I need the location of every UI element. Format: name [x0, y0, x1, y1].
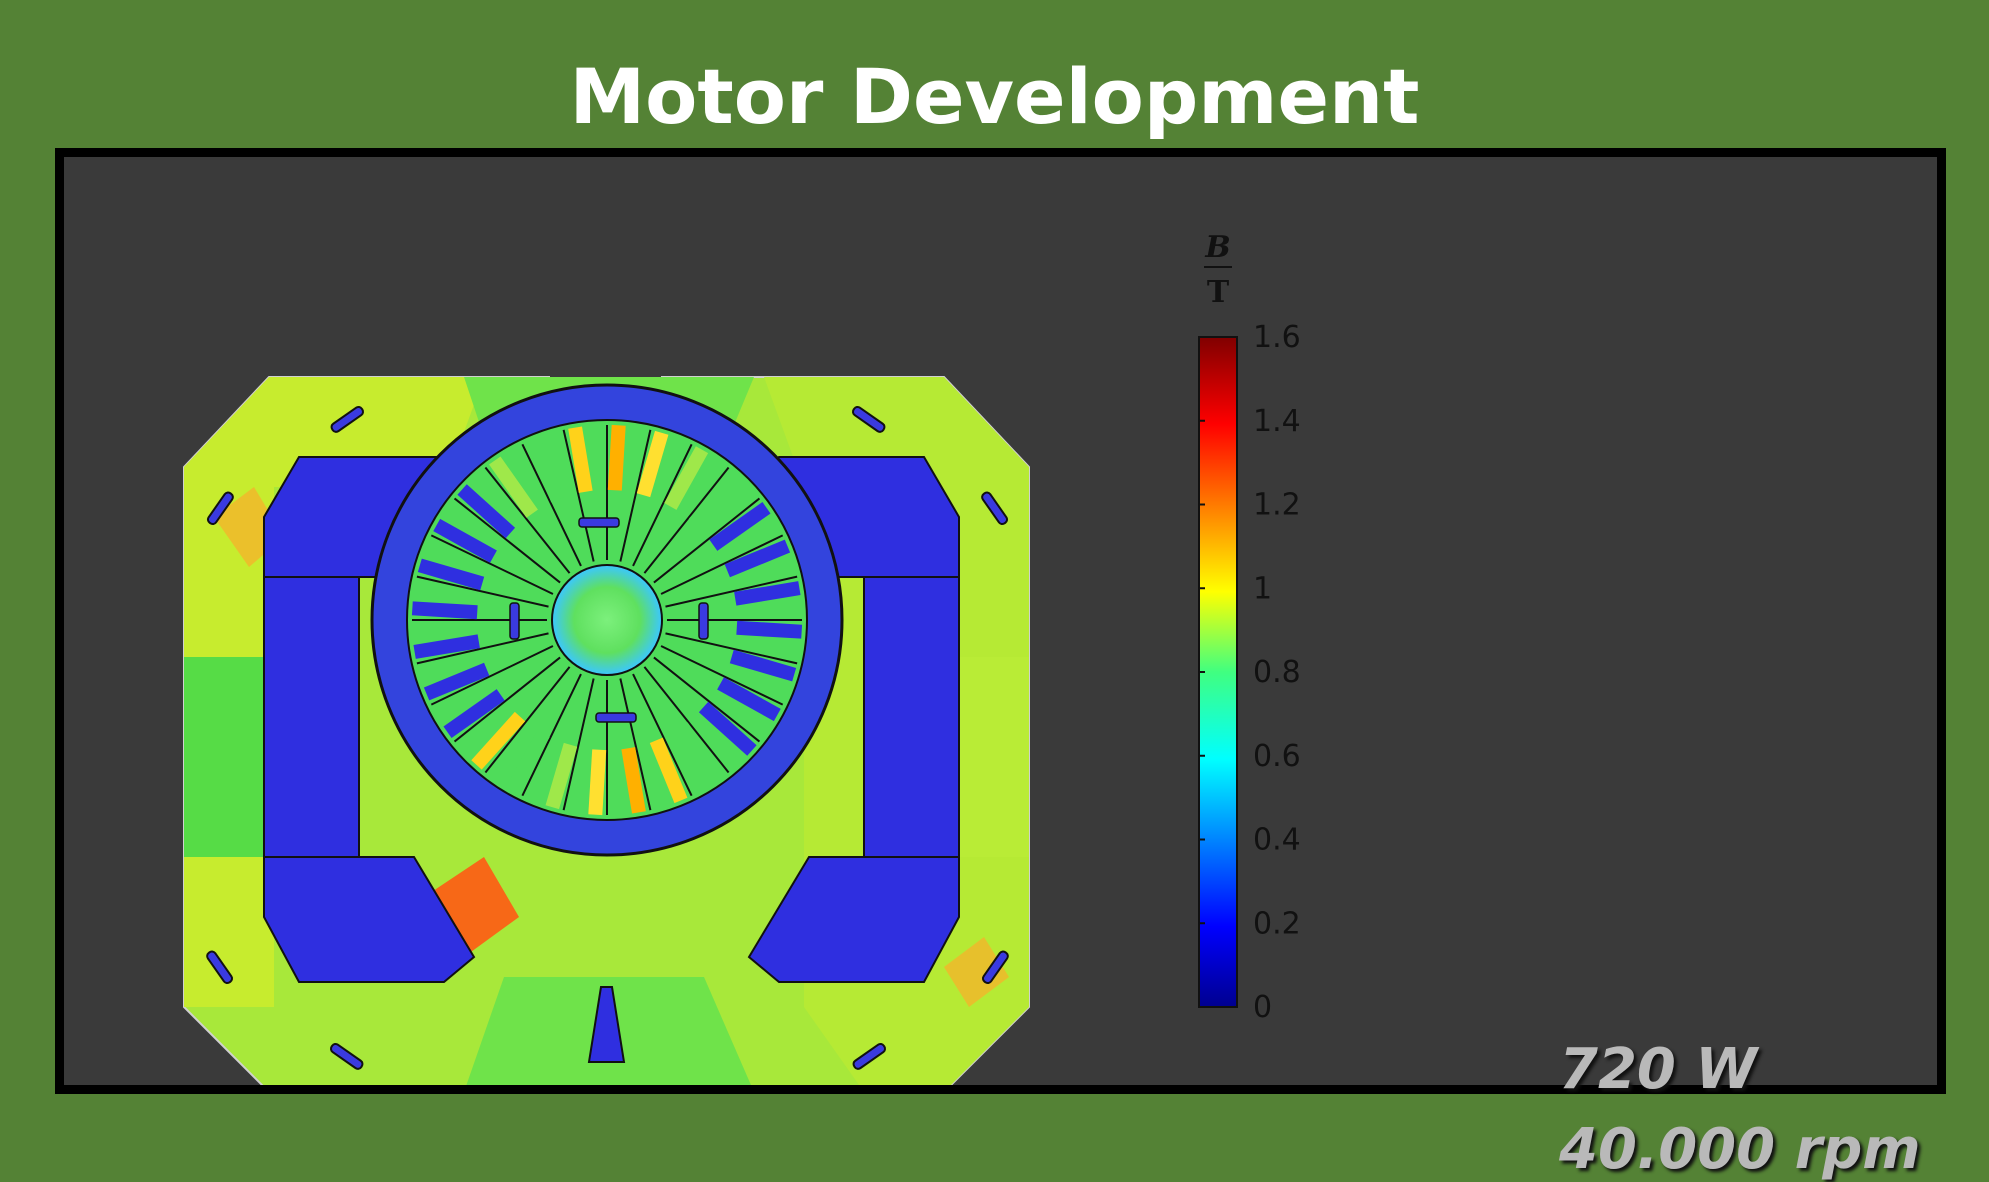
- power-rating: 720 W: [1559, 1037, 1758, 1102]
- colorbar-quantity: B: [1204, 230, 1230, 265]
- colorbar-tick-label: 1.6: [1253, 320, 1301, 355]
- colorbar-tick-label: 0: [1253, 990, 1272, 1025]
- colorbar-tick-label: 0.8: [1253, 655, 1301, 690]
- page-title: Motor Development: [569, 52, 1420, 141]
- colorbar-tick-label: 1.4: [1253, 404, 1301, 439]
- colorbar-tick-label: 0.6: [1253, 739, 1301, 774]
- colorbar-tick-label: 0.4: [1253, 823, 1301, 858]
- colorbar-tick-label: 0.2: [1253, 906, 1301, 941]
- rotor-bar: [588, 749, 607, 816]
- rotor-bar: [736, 620, 803, 639]
- colorbar: B T 1.6 1.4 1.2 1 0.8 0.6 0.4 0.2 0: [1198, 230, 1301, 1025]
- colorbar-tick-label: 1.2: [1253, 488, 1301, 523]
- colorbar-unit: T: [1207, 275, 1230, 310]
- rotor-bar: [411, 601, 478, 620]
- rotor: [370, 383, 844, 857]
- motor-field-plot: B T 1.6 1.4 1.2 1 0.8 0.6 0.4 0.2 0: [183, 230, 1301, 1085]
- colorbar-tick-label: 1: [1253, 571, 1272, 606]
- simulation-panel: B T 1.6 1.4 1.2 1 0.8 0.6 0.4 0.2 0 720 W 40.000…: [55, 148, 1946, 1182]
- slide: Motor Development B T 1.6 1.4 1.2 1 0.8 …: [0, 0, 1989, 1182]
- rotor-bar: [607, 424, 626, 491]
